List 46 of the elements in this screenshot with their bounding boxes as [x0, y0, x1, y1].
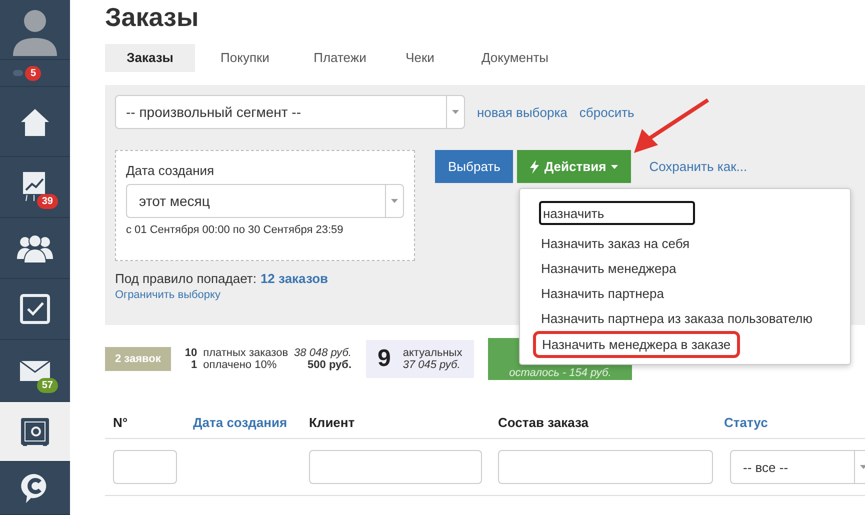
tab[interactable]: Заказы [105, 44, 195, 72]
actual-count: 9 [378, 345, 391, 373]
count-badge: 39 [36, 194, 58, 209]
column-header: N° [112, 415, 129, 430]
date-range: с 01 Сентября 00:00 по 30 Сентября 23:59 [126, 224, 344, 236]
stat-sum: 500 руб. [306, 359, 352, 371]
column-header: Состав заказа [498, 415, 590, 430]
requests-tag: 2 заявок [105, 347, 171, 371]
save-as-link[interactable]: Сохранить как... [649, 159, 748, 174]
select-button[interactable]: Выбрать [435, 150, 514, 183]
stat-label: платных заказов [203, 347, 288, 359]
stat-count: 1 [190, 359, 198, 371]
tab[interactable]: Документы [455, 44, 575, 72]
filter-link[interactable]: сбросить [579, 104, 634, 120]
actual-sum: 37 045 руб. [402, 359, 462, 371]
remaining-text: осталось - 154 руб. [509, 367, 612, 379]
status-select[interactable]: -- все -- [730, 450, 865, 484]
order-count-link[interactable]: 12 заказов [260, 271, 328, 286]
menu-item[interactable]: Назначить партнера [541, 281, 664, 306]
menu-item[interactable]: Назначить менеджера [541, 256, 676, 281]
menu-search-field[interactable]: назначить [539, 201, 695, 225]
tab[interactable]: Покупки [195, 44, 295, 72]
date-label: Дата создания [126, 163, 216, 178]
page-title: Заказы [105, 1, 200, 34]
menu-item[interactable]: Назначить заказ на себя [541, 231, 690, 256]
actions-button[interactable]: Действия [517, 150, 632, 183]
tab[interactable]: Платежи [295, 44, 385, 72]
actual-label: актуальных [402, 347, 462, 359]
stat-label: оплачено 10% [203, 359, 278, 371]
tab[interactable]: Чеки [385, 44, 455, 72]
sidebar-item[interactable]: 39 [0, 157, 70, 218]
sidebar-item[interactable]: 5 [0, 60, 70, 87]
segment-select[interactable]: -- произвольный сегмент -- [115, 95, 465, 129]
menu-item[interactable]: Назначить партнера из заказа пользователю [541, 306, 812, 331]
column-header[interactable]: Дата создания [193, 415, 309, 430]
stat-sum: 38 048 руб. [294, 347, 352, 359]
column-header[interactable]: Статус [724, 415, 864, 430]
stat-count: 10 [184, 347, 198, 359]
limit-link[interactable]: Ограничить выборку [115, 289, 220, 301]
count-badge: 57 [36, 378, 58, 393]
date-select[interactable]: этот месяц [126, 184, 404, 218]
count-badge: 5 [25, 66, 41, 81]
menu-item[interactable]: Назначить менеджера в заказе [533, 331, 740, 358]
filter-link[interactable]: новая выборка [477, 104, 568, 120]
column-header: Клиент [309, 415, 356, 430]
rule-text: Под правило попадает: [115, 271, 256, 286]
